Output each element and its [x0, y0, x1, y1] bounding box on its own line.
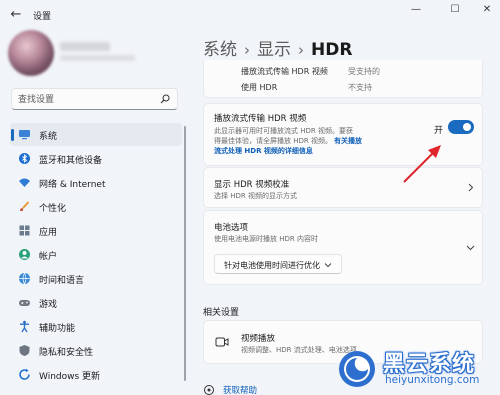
sidebar-item-personalization[interactable]: 个性化 — [10, 195, 182, 218]
sidebar-item-label: 网络 & Internet — [39, 180, 106, 190]
monitor-icon — [19, 130, 30, 140]
get-help-label: 获取帮助 — [223, 386, 258, 395]
watermark-logo-icon — [339, 351, 375, 387]
account-name-blurred — [60, 42, 110, 51]
globe-clock-icon — [19, 272, 30, 285]
sidebar-item-label: 个性化 — [39, 204, 67, 214]
sidebar-item-label: 系统 — [39, 132, 58, 142]
battery-title: 电池选项 — [214, 223, 249, 233]
sidebar-item-label: Windows 更新 — [39, 372, 101, 382]
stream-hdr-info-link[interactable]: 流式处理 HDR 视频的详细信息 — [214, 146, 313, 156]
battery-option-dropdown[interactable]: 针对电池使用时间进行优化 — [214, 254, 342, 274]
sidebar-item-label: 隐私和安全性 — [39, 348, 94, 358]
minimize-button[interactable]: — — [405, 3, 427, 17]
sidebar-item-gaming[interactable]: 游戏 — [10, 291, 182, 314]
dropdown-selected-value: 针对电池使用时间进行优化 — [224, 261, 320, 270]
breadcrumb-system[interactable]: 系统 — [203, 40, 237, 60]
breadcrumb: 系统 › 显示 › HDR — [203, 35, 352, 60]
search-input[interactable] — [18, 93, 148, 106]
toggle-state-label: 开 — [434, 126, 444, 136]
stream-hdr-title: 播放流式传输 HDR 视频 — [214, 114, 307, 124]
battery-subtitle: 使用电池电源时播放 HDR 内容时 — [214, 235, 318, 243]
status-value: 受支持的 — [348, 67, 380, 76]
sidebar-item-privacy[interactable]: 隐私和安全性 — [10, 339, 182, 362]
breadcrumb-separator: › — [298, 41, 304, 59]
account-icon — [19, 249, 30, 260]
status-key: 使用 HDR — [241, 83, 278, 92]
apps-icon — [19, 225, 30, 236]
sidebar-item-apps[interactable]: 应用 — [10, 219, 182, 242]
stream-hdr-description: 得最佳体验，请全屏播放 HDR 视频。 — [214, 137, 332, 145]
sidebar-item-label: 游戏 — [39, 300, 58, 310]
sidebar-item-accounts[interactable]: 帐户 — [10, 243, 182, 266]
stream-hdr-card: 播放流式传输 HDR 视频 此显示器可用时可播放流式 HDR 视频。要获 得最佳… — [203, 103, 483, 166]
gamepad-icon — [19, 300, 30, 306]
sidebar-item-system[interactable]: 系统 — [10, 123, 182, 146]
status-key: 播放流式传输 HDR 视频 — [241, 67, 328, 76]
breadcrumb-separator: › — [244, 41, 250, 59]
related-settings-title: 相关设置 — [203, 308, 240, 318]
stream-hdr-description: 此显示器可用时可播放流式 HDR 视频。要获 — [214, 127, 353, 135]
help-icon — [204, 385, 214, 395]
brush-icon — [20, 201, 30, 211]
calibration-subtitle: 选择 HDR 视频的显示方式 — [214, 192, 297, 200]
sidebar-item-label: 帐户 — [39, 252, 58, 262]
calibration-title: 显示 HDR 视频校准 — [214, 180, 290, 190]
chevron-down-icon[interactable] — [466, 243, 475, 252]
sidebar-item-bluetooth[interactable]: 蓝牙和其他设备 — [10, 147, 182, 170]
battery-options-card: 电池选项 使用电池电源时播放 HDR 内容时 针对电池使用时间进行优化 — [203, 210, 483, 285]
sidebar-item-windows-update[interactable]: Windows 更新 — [10, 363, 182, 386]
wifi-icon — [19, 178, 30, 187]
sidebar-item-time-language[interactable]: 时间和语言 — [10, 267, 182, 290]
video-camera-icon — [215, 337, 229, 347]
sidebar-item-label: 时间和语言 — [39, 276, 85, 286]
hdr-calibration-card[interactable]: 显示 HDR 视频校准 选择 HDR 视频的显示方式 — [203, 167, 483, 208]
search-icon[interactable] — [160, 94, 170, 104]
video-playback-title: 视频播放 — [241, 334, 276, 344]
app-title: 设置 — [33, 12, 52, 22]
sidebar-item-label: 辅助功能 — [39, 324, 76, 334]
chevron-down-icon — [324, 263, 332, 268]
page-title: HDR — [311, 40, 353, 60]
watermark-url: heiyunxitong.com — [385, 374, 480, 386]
watermark: 黑云系统 heiyunxitong.com — [337, 343, 500, 395]
stream-hdr-toggle[interactable] — [448, 120, 474, 134]
maximize-button[interactable]: ☐ — [444, 3, 466, 17]
active-indicator — [11, 129, 14, 141]
toggle-knob — [463, 123, 471, 131]
stream-hdr-info-link[interactable]: 有关播放 — [334, 136, 362, 146]
sidebar-item-label: 应用 — [39, 228, 58, 238]
settings-window: ← 设置 — ☐ ✕ 系统 蓝牙和其他设备 — [0, 0, 500, 395]
windows-update-icon — [19, 368, 30, 380]
avatar[interactable] — [8, 30, 54, 76]
shield-icon — [19, 345, 30, 356]
sidebar-scrollbar[interactable] — [184, 126, 186, 381]
account-email-blurred — [60, 55, 135, 61]
sidebar-item-accessibility[interactable]: 辅助功能 — [10, 315, 182, 338]
sidebar-item-network[interactable]: 网络 & Internet — [10, 171, 182, 194]
sidebar-item-label: 蓝牙和其他设备 — [39, 156, 103, 166]
close-button[interactable]: ✕ — [476, 3, 498, 17]
bluetooth-icon — [19, 153, 30, 164]
back-arrow-icon[interactable]: ← — [8, 8, 24, 22]
status-value: 不支持 — [348, 83, 372, 92]
chevron-right-icon — [468, 183, 474, 192]
accessibility-icon — [20, 320, 29, 333]
search-box[interactable] — [11, 88, 178, 110]
breadcrumb-display[interactable]: 显示 — [257, 40, 291, 60]
title-bar: ← 设置 — ☐ ✕ — [0, 0, 500, 30]
get-help-link[interactable]: 获取帮助 — [203, 384, 293, 395]
hdr-status-card: 播放流式传输 HDR 视频 受支持的 使用 HDR 不支持 — [203, 60, 483, 98]
